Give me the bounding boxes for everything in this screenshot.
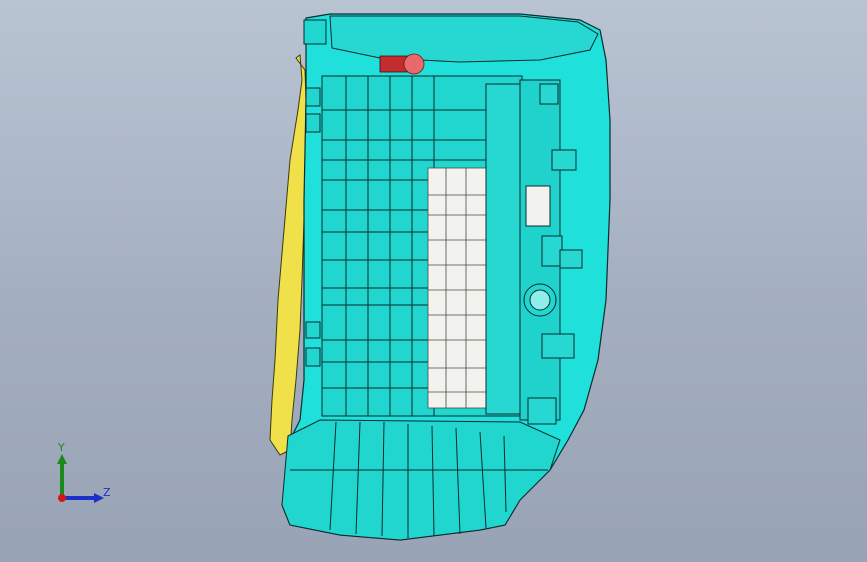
- axis-z-label: Z: [103, 486, 111, 499]
- cutout-window: [427, 167, 487, 409]
- axis-y-label: Y: [58, 441, 65, 454]
- top-rim: [329, 15, 599, 63]
- 3d-model[interactable]: [0, 0, 867, 562]
- yellow-trim: [269, 54, 307, 456]
- round-port: [523, 283, 557, 317]
- red-marker: [379, 53, 425, 75]
- cad-viewport[interactable]: Y Z: [0, 0, 867, 562]
- bottom-tray: [281, 419, 561, 541]
